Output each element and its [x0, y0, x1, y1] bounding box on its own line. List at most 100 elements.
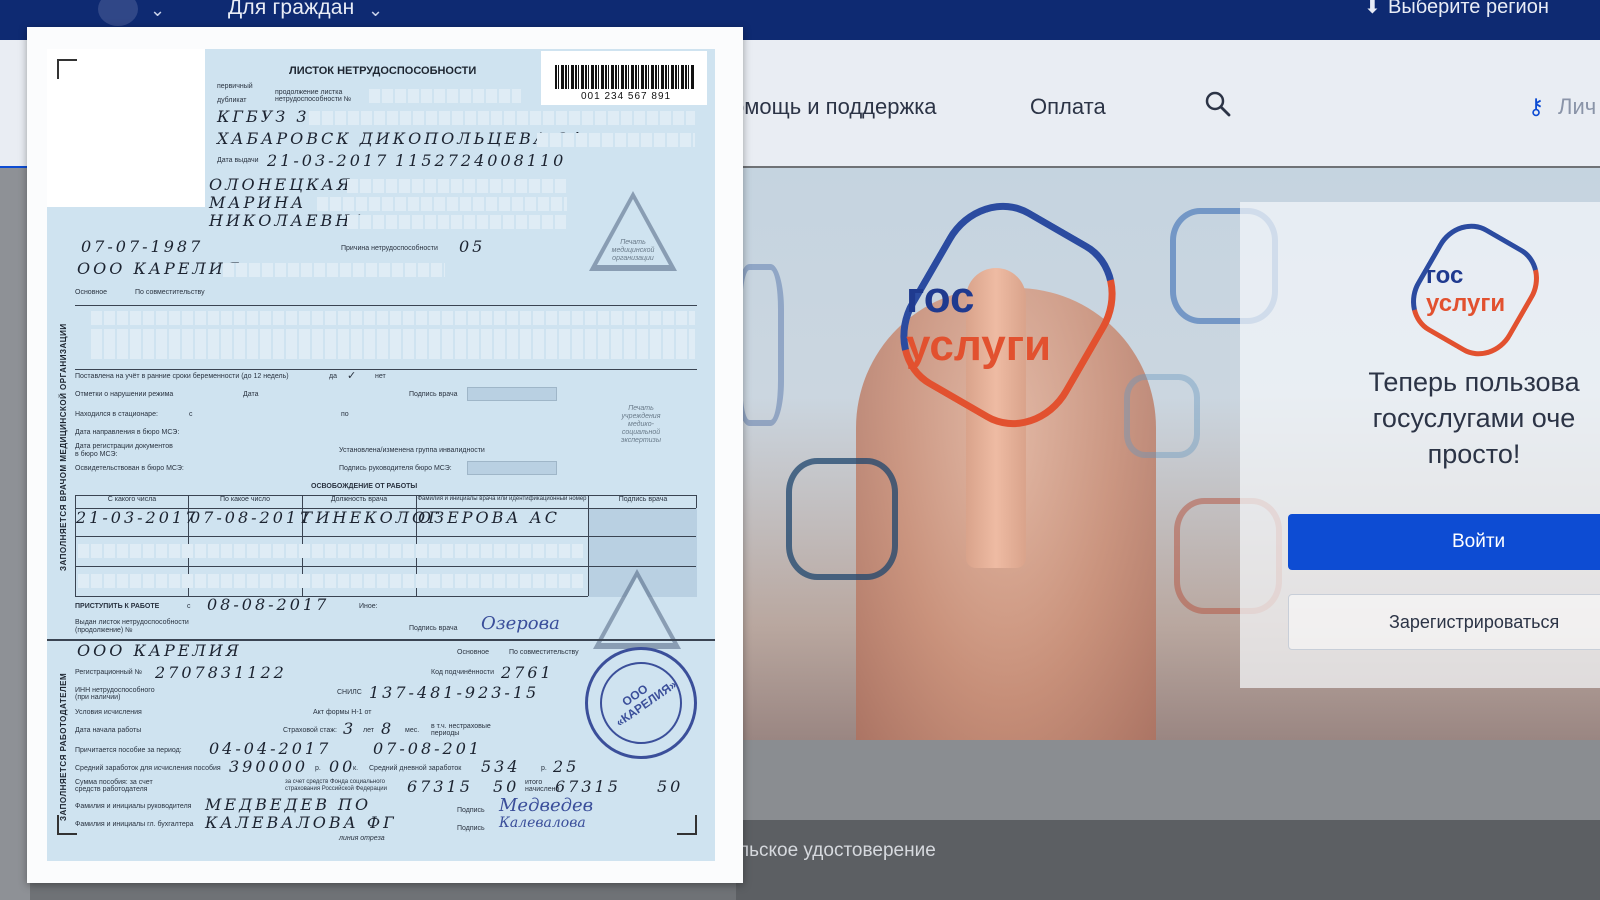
label-no: нет [375, 373, 386, 380]
label-head-name: Фамилия и инициалы руководителя [75, 803, 192, 810]
field-name: МАРИНА [209, 193, 307, 212]
cells [369, 89, 521, 103]
nav-payment[interactable]: Оплата [1030, 94, 1106, 120]
field-avg-earnings-rub: 390000 [229, 757, 309, 776]
label-violation: Отметки о нарушении режима [75, 391, 174, 398]
field-release-from: 21-03-2017 [76, 508, 199, 527]
service-link[interactable]: льское удостоверение [738, 840, 936, 862]
field-sub-code: 2761 [501, 663, 554, 682]
login-button[interactable]: Войти [1288, 514, 1600, 570]
field-avg-earnings-kop: 00 [329, 757, 356, 776]
label-part-time-2: По совместительству [509, 649, 579, 656]
col-to: По какое число [220, 496, 270, 503]
label-duplicate: дубликат [217, 97, 247, 104]
col-sign: Подпись врача [618, 496, 668, 503]
bottom-section: льское удостоверение [736, 740, 1600, 900]
field-surname: ОЛОНЕЦКАЯ [209, 175, 353, 194]
cells [309, 111, 695, 125]
cells [78, 544, 584, 558]
nav-personal-account[interactable]: Лич [1558, 94, 1596, 120]
field-accountant-name: КАЛЕВАЛОВА ФГ [205, 813, 397, 832]
field-total-kop: 50 [657, 777, 684, 796]
label-part-time: По совместительству [135, 289, 205, 296]
chevron-down-icon[interactable]: ⌄ [368, 0, 383, 21]
bottom-strip [736, 740, 1600, 820]
label-yes: да [329, 373, 337, 380]
gosuslugi-hero-logo: гос услуги [877, 180, 1139, 450]
register-button[interactable]: Зарегистрироваться [1288, 594, 1600, 650]
divider [75, 305, 697, 306]
label-release: ОСВОБОЖДЕНИЕ ОТ РАБОТЫ [311, 483, 418, 490]
stamp-note-medical: Печать медицинской организации [611, 239, 655, 262]
label-employer-funds: Сумма пособия: за счет средств работодат… [75, 779, 153, 793]
field-avg-daily-kop: 25 [553, 757, 580, 776]
label-inn: ИНН нетрудоспособного (при наличии) [75, 687, 155, 701]
label-mse-exam: Освидетельствован в бюро МСЭ: [75, 465, 184, 472]
field-head-name: МЕДВЕДЕВ ПО [205, 795, 372, 814]
field-fss-kop: 50 [493, 777, 520, 796]
document-form: ЛИСТОК НЕТРУДОСПОСОБНОСТИ 001 234 567 89… [47, 49, 715, 861]
corner-mark [677, 815, 697, 835]
logo-text-gos: гос [906, 273, 975, 322]
field-total-rub: 67315 [555, 777, 621, 796]
field-ogrn: 1152724008110 [395, 151, 567, 170]
label-issued-continuation: Выдан листок нетрудоспособности (продолж… [75, 619, 189, 634]
label-mse-head-sign: Подпись руководителя бюро МСЭ: [339, 465, 452, 472]
label-hospital: Находился в стационаре: [75, 411, 158, 418]
citizens-menu[interactable]: Для граждан [228, 0, 354, 20]
accountant-signature: Калевалова [499, 815, 586, 831]
field-issue-date: 21-03-2017 [267, 151, 390, 170]
login-panel: гос услуги Теперь пользова госуслугами о… [1240, 202, 1600, 688]
cells [91, 329, 695, 359]
label-disability: Установлена/изменена группа инвалидности [339, 447, 485, 454]
field-patronymic: НИКОЛАЕВНА [209, 211, 368, 230]
key-icon[interactable]: ⚷ [1528, 94, 1544, 120]
logo-text-uslugi: услуги [906, 321, 1052, 370]
stamp-note-mse: Печать учреждения медико-социальной эксп… [621, 405, 661, 444]
field-snils: 137-481-923-15 [369, 683, 540, 702]
doctor-signature: Озерова [481, 613, 560, 634]
cells [317, 197, 567, 211]
hexagon-icon [1124, 374, 1200, 458]
label-rub: р. [315, 765, 321, 772]
document-edit-icon [786, 458, 898, 580]
search-icon[interactable] [1204, 90, 1232, 118]
signature-field [467, 387, 557, 401]
sick-leave-document: ЛИСТОК НЕТРУДОСПОСОБНОСТИ 001 234 567 89… [27, 27, 743, 883]
label-avg-earnings: Средний заработок для исчисления пособия [75, 765, 221, 772]
field-cause-code: 05 [459, 237, 486, 256]
divider [75, 369, 697, 370]
cells [91, 311, 695, 325]
label-cut-line: линия отреза [339, 835, 385, 842]
field-period-from: 04-04-2017 [209, 739, 332, 758]
label-issue-date: Дата выдачи [217, 157, 259, 164]
divider [588, 496, 589, 596]
cells [347, 179, 567, 193]
label-mse-referral: Дата направления в бюро МСЭ: [75, 429, 180, 436]
label-job-start: Дата начала работы [75, 727, 142, 734]
chevron-down-icon[interactable]: ⌄ [150, 0, 165, 21]
login-logo-gos: гос [1426, 262, 1464, 289]
label-doctor-sign: Подпись врача [409, 391, 458, 398]
label-non-insurance: в т.ч. нестраховые периоды [431, 723, 491, 737]
label-avg-daily: Средний дневной заработок [369, 765, 462, 772]
location-pin-icon: ⬇ [1364, 0, 1381, 18]
company-seal: ООО «КАРЕЛИЯ» [585, 647, 697, 759]
field-period-to: 07-08-201 [373, 739, 483, 758]
label-act: Акт формы Н-1 от [313, 709, 372, 716]
emblem-icon[interactable] [98, 0, 138, 26]
label-insurance-record: Страховой стаж: [283, 727, 337, 734]
signature-field [467, 461, 557, 475]
cells [223, 263, 445, 277]
label-total: итого начислено [525, 779, 560, 793]
cells [347, 215, 567, 229]
cells [78, 574, 584, 588]
label-kop: к. [353, 765, 359, 772]
divider [76, 566, 696, 567]
field-fss-rub: 67315 [407, 777, 473, 796]
nav-help[interactable]: омощь и поддержка [732, 94, 937, 120]
label-primary: первичный [217, 83, 253, 90]
region-selector[interactable]: Выберите регион [1388, 0, 1549, 19]
field-return-date: 08-08-2017 [207, 595, 330, 614]
label-main-job-2: Основное [457, 649, 490, 656]
